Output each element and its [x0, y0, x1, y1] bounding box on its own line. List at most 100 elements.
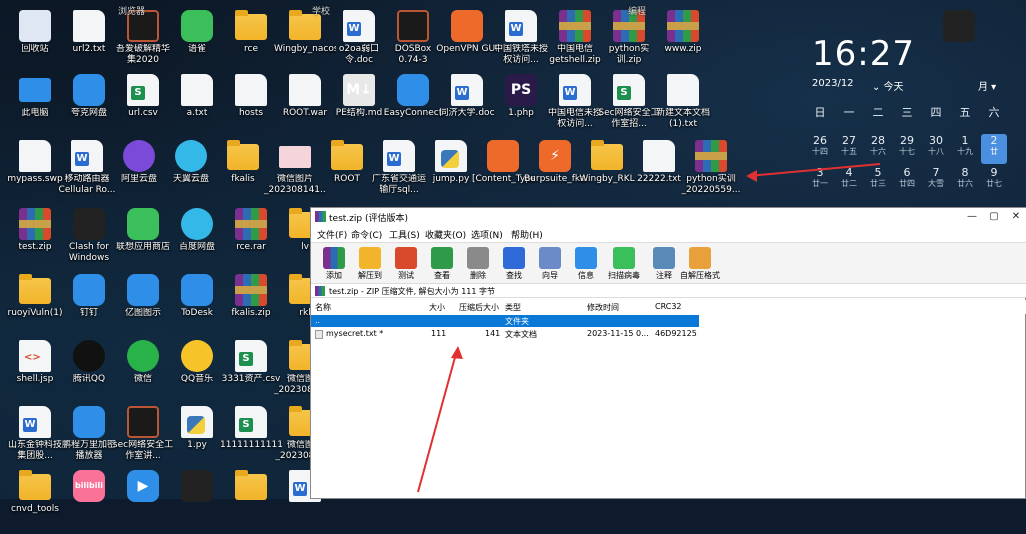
desktop-icon[interactable]: 3331资产.csv [220, 336, 282, 404]
desktop-icon[interactable]: 微信 [112, 336, 174, 404]
game-icon [397, 10, 429, 42]
toolbar-button[interactable]: 添加 [317, 245, 351, 283]
menu-help[interactable]: 帮助(H) [511, 228, 543, 241]
desktop-icon[interactable]: 同济大学.doc [436, 70, 498, 138]
desktop-icon[interactable]: M↓ PE结构.md [328, 70, 390, 138]
calendar-day[interactable]: 4 廿二 [836, 166, 862, 196]
folder-icon [331, 140, 363, 170]
menu-options[interactable]: 选项(N) [471, 228, 503, 241]
desktop-icon[interactable]: 中国电信getshell.zip [544, 6, 606, 74]
desktop-icon[interactable]: Sec网络安全工作室招... [598, 70, 660, 138]
desktop-icon[interactable] [220, 466, 282, 500]
calendar-day[interactable]: 29 十七 [894, 134, 920, 164]
desktop-icon[interactable]: test.zip [4, 204, 66, 272]
toolbar-button[interactable]: 查看 [425, 245, 459, 283]
col-packed[interactable]: 压缩后大小 [459, 302, 499, 313]
rar-icon [235, 208, 267, 240]
calendar-day[interactable]: 9 廿七 [981, 166, 1007, 196]
desktop-icon[interactable]: www.zip [652, 6, 714, 74]
calendar-day[interactable]: 2廿 [981, 134, 1007, 164]
calendar-day[interactable]: 5 廿三 [865, 166, 891, 196]
toolbar-button[interactable]: 删除 [461, 245, 495, 283]
toolbar-button[interactable]: 解压到 [353, 245, 387, 283]
desktop-icon[interactable]: Clash for Windows [58, 204, 120, 272]
month-view-select[interactable]: 月 ▾ [978, 78, 996, 93]
table-row-mysecret[interactable]: mysecret.txt * 111 141 文本文档 2023-11-15 0… [311, 328, 1026, 340]
desktop-icon[interactable]: 亿图图示 [112, 270, 174, 338]
minimize-button[interactable]: — [961, 208, 983, 226]
desktop-icon[interactable]: sec网络安全工作室讲... [112, 402, 174, 470]
menu-tools[interactable]: 工具(S) [389, 228, 420, 241]
desktop-icon[interactable]: shell.jsp [4, 336, 66, 404]
desktop-icon[interactable]: 联想应用商店 [112, 204, 174, 272]
desktop-icon[interactable]: 111111111111.csv [220, 402, 282, 470]
menu-command[interactable]: 命令(C) [351, 228, 382, 241]
desktop-icon[interactable]: 此电脑 [4, 70, 66, 138]
toolbar-button[interactable]: 扫描病毒 [607, 245, 641, 283]
table-row-parent[interactable]: .. 文件夹 [311, 315, 699, 327]
calendar-day[interactable]: 26 十四 [807, 134, 833, 164]
menu-favorites[interactable]: 收藏夹(O) [425, 228, 466, 241]
desktop-icon[interactable]: 中国铁塔未授权访问... [490, 6, 552, 74]
folder-icon [19, 274, 51, 304]
calendar-day[interactable]: 27 十五 [836, 134, 862, 164]
desktop-icon[interactable]: 山东金钟科技集团股... [4, 402, 66, 470]
maximize-button[interactable]: ▢ [983, 208, 1005, 226]
col-size[interactable]: 大小 [429, 302, 445, 313]
col-mtime[interactable]: 修改时间 [587, 302, 619, 313]
desktop-icon[interactable]: ruoyiVuln(1) [4, 270, 66, 338]
desktop-icon[interactable]: 语雀 [166, 6, 228, 74]
desktop-icon[interactable]: ▶ [112, 466, 174, 502]
desktop-icon[interactable]: QQ音乐 [166, 336, 228, 404]
desktop-icon[interactable]: 腾讯QQ [58, 336, 120, 404]
desktop-icon[interactable]: o2oa弱口令.doc [328, 6, 390, 74]
desktop-icon[interactable]: 百度网盘 [166, 204, 228, 272]
calendar-day[interactable]: 3 廿一 [807, 166, 833, 196]
toolbar-button[interactable]: 信息 [569, 245, 603, 283]
toolbar-button[interactable]: 向导 [533, 245, 567, 283]
desktop-icon[interactable]: 回收站 [4, 6, 66, 74]
desktop-icon[interactable]: rce.rar [220, 204, 282, 272]
desktop-icon[interactable]: a.txt [166, 70, 228, 138]
desktop-icon[interactable]: ROOT.war [274, 70, 336, 138]
toolbar-button[interactable]: 自解压格式 [680, 245, 720, 283]
desktop-icon[interactable]: EasyConnect [382, 70, 444, 138]
desktop-icon[interactable]: url.csv [112, 70, 174, 138]
desktop-icon[interactable]: DOSBox 0.74-3 [382, 6, 444, 74]
desktop-icon[interactable]: 1.py [166, 402, 228, 470]
today-button[interactable]: ⌄ 今天 [872, 78, 904, 93]
toolbar-button[interactable]: 注释 [647, 245, 681, 283]
calendar-day[interactable]: 28 十六 [865, 134, 891, 164]
menu-file[interactable]: 文件(F) [317, 228, 347, 241]
desktop-icon[interactable]: fkalis.zip [220, 270, 282, 338]
col-name[interactable]: 名称 [315, 302, 331, 313]
col-crc32[interactable]: CRC32 [655, 302, 682, 311]
desktop-icon[interactable]: ToDesk [166, 270, 228, 338]
desktop-icon[interactable] [928, 6, 990, 74]
desktop-icon[interactable]: 钉钉 [58, 270, 120, 338]
desktop-icon[interactable]: 夸克网盘 [58, 70, 120, 138]
desktop-icon[interactable]: python实训_20220559... [680, 136, 742, 204]
desktop-icon[interactable]: rce [220, 6, 282, 74]
desktop-icon[interactable] [166, 466, 228, 502]
window-titlebar[interactable]: test.zip (评估版本) — ▢ ✕ [311, 208, 1026, 226]
desktop-icon[interactable]: hosts [220, 70, 282, 138]
desktop-icon[interactable]: bilibili [58, 466, 120, 502]
close-button[interactable]: ✕ [1005, 208, 1026, 226]
calendar-day[interactable]: 6 廿四 [894, 166, 920, 196]
col-type[interactable]: 类型 [505, 302, 521, 313]
desktop-icon[interactable]: url2.txt [58, 6, 120, 74]
desktop-icon[interactable]: 新建文本文档(1).txt [652, 70, 714, 138]
desktop-icon[interactable]: 中国电信未授权访问... [544, 70, 606, 138]
calendar-day[interactable]: 30 十八 [923, 134, 949, 164]
desktop-icon[interactable]: PS 1.php [490, 70, 552, 138]
calendar-day[interactable]: 8 廿六 [952, 166, 978, 196]
desktop-icon[interactable]: cnvd_tools [4, 466, 66, 534]
toolbar-button[interactable]: 测试 [389, 245, 423, 283]
calendar-day[interactable]: 7 大雪 [923, 166, 949, 196]
desktop-icon[interactable]: OpenVPN GUI [436, 6, 498, 74]
toolbar-button[interactable]: 查找 [497, 245, 531, 283]
address-bar: test.zip - ZIP 压缩文件, 解包大小为 111 字节 [311, 284, 1026, 298]
desktop-icon[interactable]: 鹏程万里加密播放器 [58, 402, 120, 470]
calendar-day[interactable]: 1 十九 [952, 134, 978, 164]
